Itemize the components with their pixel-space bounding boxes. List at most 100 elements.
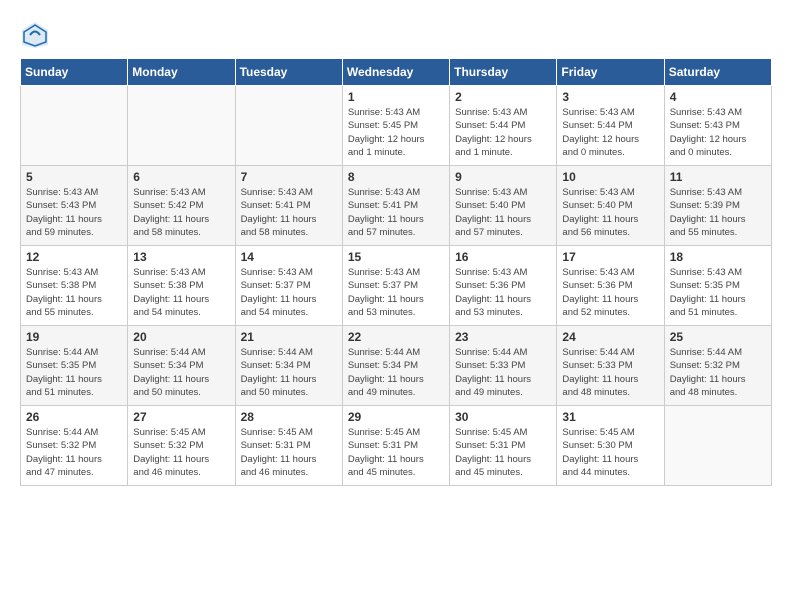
day-number: 15 [348, 250, 444, 264]
cell-info: Sunrise: 5:43 AM Sunset: 5:41 PM Dayligh… [348, 186, 444, 239]
cell-info: Sunrise: 5:44 AM Sunset: 5:33 PM Dayligh… [562, 346, 658, 399]
calendar-cell: 1 Sunrise: 5:43 AM Sunset: 5:45 PM Daylig… [342, 86, 449, 166]
calendar-cell: 28 Sunrise: 5:45 AM Sunset: 5:31 PM Dayli… [235, 406, 342, 486]
day-number: 27 [133, 410, 229, 424]
cell-info: Sunrise: 5:44 AM Sunset: 5:34 PM Dayligh… [133, 346, 229, 399]
calendar-cell: 20 Sunrise: 5:44 AM Sunset: 5:34 PM Dayli… [128, 326, 235, 406]
calendar-cell [664, 406, 771, 486]
cell-info: Sunrise: 5:43 AM Sunset: 5:38 PM Dayligh… [26, 266, 122, 319]
calendar-week-3: 12 Sunrise: 5:43 AM Sunset: 5:38 PM Dayli… [21, 246, 772, 326]
day-number: 22 [348, 330, 444, 344]
calendar-cell: 10 Sunrise: 5:43 AM Sunset: 5:40 PM Dayli… [557, 166, 664, 246]
weekday-header-tuesday: Tuesday [235, 59, 342, 86]
cell-info: Sunrise: 5:44 AM Sunset: 5:32 PM Dayligh… [670, 346, 766, 399]
weekday-header-saturday: Saturday [664, 59, 771, 86]
calendar-week-5: 26 Sunrise: 5:44 AM Sunset: 5:32 PM Dayli… [21, 406, 772, 486]
cell-info: Sunrise: 5:43 AM Sunset: 5:37 PM Dayligh… [241, 266, 337, 319]
day-number: 10 [562, 170, 658, 184]
calendar-cell: 24Sunrise: 5:44 AM Sunset: 5:33 PM Dayli… [557, 326, 664, 406]
calendar-week-4: 19 Sunrise: 5:44 AM Sunset: 5:35 PM Dayli… [21, 326, 772, 406]
cell-info: Sunrise: 5:43 AM Sunset: 5:40 PM Dayligh… [562, 186, 658, 239]
calendar-cell: 4 Sunrise: 5:43 AM Sunset: 5:43 PM Daylig… [664, 86, 771, 166]
day-number: 23 [455, 330, 551, 344]
cell-info: Sunrise: 5:45 AM Sunset: 5:31 PM Dayligh… [241, 426, 337, 479]
calendar-cell: 12 Sunrise: 5:43 AM Sunset: 5:38 PM Dayli… [21, 246, 128, 326]
day-number: 13 [133, 250, 229, 264]
day-number: 8 [348, 170, 444, 184]
calendar-cell: 8 Sunrise: 5:43 AM Sunset: 5:41 PM Daylig… [342, 166, 449, 246]
calendar-cell: 22 Sunrise: 5:44 AM Sunset: 5:34 PM Dayli… [342, 326, 449, 406]
day-number: 4 [670, 90, 766, 104]
day-number: 11 [670, 170, 766, 184]
day-number: 19 [26, 330, 122, 344]
day-number: 25 [670, 330, 766, 344]
day-number: 12 [26, 250, 122, 264]
calendar-cell: 14 Sunrise: 5:43 AM Sunset: 5:37 PM Dayli… [235, 246, 342, 326]
day-number: 29 [348, 410, 444, 424]
cell-info: Sunrise: 5:44 AM Sunset: 5:35 PM Dayligh… [26, 346, 122, 399]
calendar-cell: 2 Sunrise: 5:43 AM Sunset: 5:44 PM Daylig… [450, 86, 557, 166]
day-number: 21 [241, 330, 337, 344]
cell-info: Sunrise: 5:43 AM Sunset: 5:39 PM Dayligh… [670, 186, 766, 239]
calendar-week-2: 5Sunrise: 5:43 AM Sunset: 5:43 PM Daylig… [21, 166, 772, 246]
calendar-cell: 19 Sunrise: 5:44 AM Sunset: 5:35 PM Dayli… [21, 326, 128, 406]
cell-info: Sunrise: 5:43 AM Sunset: 5:38 PM Dayligh… [133, 266, 229, 319]
page-header [20, 20, 772, 50]
cell-info: Sunrise: 5:45 AM Sunset: 5:32 PM Dayligh… [133, 426, 229, 479]
day-number: 28 [241, 410, 337, 424]
day-number: 20 [133, 330, 229, 344]
cell-info: Sunrise: 5:43 AM Sunset: 5:35 PM Dayligh… [670, 266, 766, 319]
calendar-cell: 7 Sunrise: 5:43 AM Sunset: 5:41 PM Daylig… [235, 166, 342, 246]
cell-info: Sunrise: 5:45 AM Sunset: 5:31 PM Dayligh… [455, 426, 551, 479]
day-number: 6 [133, 170, 229, 184]
calendar-cell [235, 86, 342, 166]
calendar-cell: 30 Sunrise: 5:45 AM Sunset: 5:31 PM Dayli… [450, 406, 557, 486]
day-number: 9 [455, 170, 551, 184]
cell-info: Sunrise: 5:45 AM Sunset: 5:31 PM Dayligh… [348, 426, 444, 479]
calendar-table: SundayMondayTuesdayWednesdayThursdayFrid… [20, 58, 772, 486]
weekday-header-row: SundayMondayTuesdayWednesdayThursdayFrid… [21, 59, 772, 86]
calendar-cell [128, 86, 235, 166]
calendar-week-1: 1 Sunrise: 5:43 AM Sunset: 5:45 PM Daylig… [21, 86, 772, 166]
cell-info: Sunrise: 5:43 AM Sunset: 5:43 PM Dayligh… [670, 106, 766, 159]
day-number: 2 [455, 90, 551, 104]
logo [20, 20, 54, 50]
weekday-header-sunday: Sunday [21, 59, 128, 86]
day-number: 5 [26, 170, 122, 184]
calendar-cell: 18Sunrise: 5:43 AM Sunset: 5:35 PM Dayli… [664, 246, 771, 326]
calendar-cell: 9 Sunrise: 5:43 AM Sunset: 5:40 PM Daylig… [450, 166, 557, 246]
calendar-cell: 17Sunrise: 5:43 AM Sunset: 5:36 PM Dayli… [557, 246, 664, 326]
calendar-cell: 31Sunrise: 5:45 AM Sunset: 5:30 PM Dayli… [557, 406, 664, 486]
cell-info: Sunrise: 5:43 AM Sunset: 5:45 PM Dayligh… [348, 106, 444, 159]
day-number: 14 [241, 250, 337, 264]
calendar-cell: 15 Sunrise: 5:43 AM Sunset: 5:37 PM Dayli… [342, 246, 449, 326]
day-number: 30 [455, 410, 551, 424]
calendar-cell: 23Sunrise: 5:44 AM Sunset: 5:33 PM Dayli… [450, 326, 557, 406]
day-number: 26 [26, 410, 122, 424]
logo-icon [20, 20, 50, 50]
calendar-cell: 5Sunrise: 5:43 AM Sunset: 5:43 PM Daylig… [21, 166, 128, 246]
calendar-cell: 11 Sunrise: 5:43 AM Sunset: 5:39 PM Dayli… [664, 166, 771, 246]
cell-info: Sunrise: 5:43 AM Sunset: 5:44 PM Dayligh… [455, 106, 551, 159]
calendar-cell: 6 Sunrise: 5:43 AM Sunset: 5:42 PM Daylig… [128, 166, 235, 246]
calendar-cell: 26 Sunrise: 5:44 AM Sunset: 5:32 PM Dayli… [21, 406, 128, 486]
calendar-cell: 21 Sunrise: 5:44 AM Sunset: 5:34 PM Dayli… [235, 326, 342, 406]
day-number: 17 [562, 250, 658, 264]
cell-info: Sunrise: 5:44 AM Sunset: 5:34 PM Dayligh… [348, 346, 444, 399]
cell-info: Sunrise: 5:43 AM Sunset: 5:42 PM Dayligh… [133, 186, 229, 239]
cell-info: Sunrise: 5:43 AM Sunset: 5:40 PM Dayligh… [455, 186, 551, 239]
cell-info: Sunrise: 5:44 AM Sunset: 5:34 PM Dayligh… [241, 346, 337, 399]
day-number: 16 [455, 250, 551, 264]
cell-info: Sunrise: 5:43 AM Sunset: 5:41 PM Dayligh… [241, 186, 337, 239]
calendar-cell: 25 Sunrise: 5:44 AM Sunset: 5:32 PM Dayli… [664, 326, 771, 406]
day-number: 3 [562, 90, 658, 104]
calendar-cell: 3 Sunrise: 5:43 AM Sunset: 5:44 PM Daylig… [557, 86, 664, 166]
day-number: 7 [241, 170, 337, 184]
cell-info: Sunrise: 5:43 AM Sunset: 5:44 PM Dayligh… [562, 106, 658, 159]
cell-info: Sunrise: 5:44 AM Sunset: 5:32 PM Dayligh… [26, 426, 122, 479]
weekday-header-wednesday: Wednesday [342, 59, 449, 86]
cell-info: Sunrise: 5:43 AM Sunset: 5:37 PM Dayligh… [348, 266, 444, 319]
day-number: 1 [348, 90, 444, 104]
calendar-cell: 13 Sunrise: 5:43 AM Sunset: 5:38 PM Dayli… [128, 246, 235, 326]
weekday-header-monday: Monday [128, 59, 235, 86]
